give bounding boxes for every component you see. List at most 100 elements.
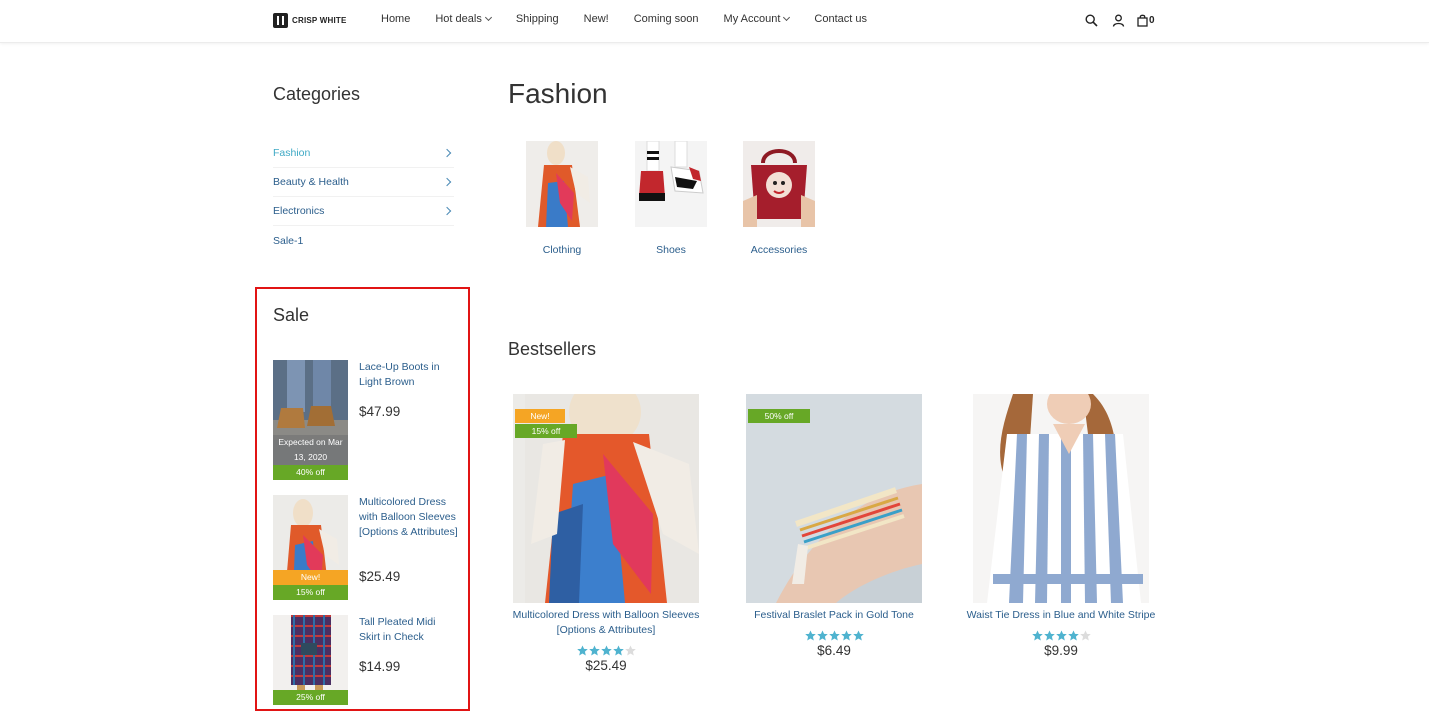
product-price: $47.99	[359, 404, 401, 419]
nav-label: Home	[381, 13, 411, 25]
search-icon[interactable]	[1083, 12, 1099, 28]
cart-icon	[1137, 14, 1148, 27]
nav-coming-soon[interactable]: Coming soon	[634, 13, 699, 25]
nav-shipping[interactable]: Shipping	[516, 13, 559, 25]
star-filled-icon	[804, 630, 816, 641]
product-name-link[interactable]: Festival Braslet Pack in Gold Tone	[734, 608, 934, 623]
star-filled-icon	[1031, 630, 1043, 641]
subcategory-image[interactable]	[743, 141, 815, 227]
nav-new[interactable]: New!	[584, 13, 609, 25]
product-name-link[interactable]: Waist Tie Dress in Blue and White Stripe	[961, 608, 1161, 623]
nav-hot-deals[interactable]: Hot deals	[435, 13, 492, 25]
product-thumbnail[interactable]: Expected on Mar 13, 2020 40% off	[273, 360, 348, 480]
chevron-down-icon	[783, 13, 791, 22]
star-filled-icon	[1055, 630, 1067, 641]
subcategory-image[interactable]	[526, 141, 598, 227]
category-list: Fashion Beauty & Health Electronics Sale…	[273, 139, 454, 255]
new-badge: New!	[273, 570, 348, 585]
brand-name: CRISP WHITE	[292, 16, 347, 25]
discount-badge: 40% off	[273, 465, 348, 480]
sale-item: Expected on Mar 13, 2020 40% off Lace-Up…	[273, 360, 458, 480]
chevron-right-icon[interactable]	[442, 148, 452, 158]
sale-item: New! 15% off Multicolored Dress with Bal…	[273, 495, 458, 600]
expected-date-badge: Expected on Mar 13, 2020	[273, 435, 348, 465]
product-price: $25.49	[359, 569, 401, 584]
star-filled-icon	[1067, 630, 1079, 641]
header-actions: 0	[1083, 12, 1155, 28]
bestsellers-title: Bestsellers	[508, 339, 597, 359]
star-filled-icon	[840, 630, 852, 641]
nav-label: Shipping	[515, 13, 559, 25]
category-electronics[interactable]: Electronics	[273, 197, 454, 226]
nav-contact-us[interactable]: Contact us	[814, 13, 867, 25]
product-image[interactable]: New! 15% off	[513, 394, 699, 603]
rating-stars	[506, 645, 706, 656]
product-price: $9.99	[1044, 643, 1078, 658]
category-label: Electronics	[273, 205, 325, 217]
product-card: New! 15% off Multicolored Dress with Bal…	[506, 394, 706, 673]
star-filled-icon	[600, 645, 612, 656]
star-filled-icon	[816, 630, 828, 641]
product-thumbnail[interactable]: New! 15% off	[273, 495, 348, 600]
star-filled-icon	[588, 645, 600, 656]
logo-mark-icon	[273, 13, 288, 28]
discount-badge: 50% off	[748, 409, 810, 423]
subcategory-image[interactable]	[635, 141, 707, 227]
subcategory-label[interactable]: Shoes	[611, 244, 731, 256]
cart-count: 0	[1149, 14, 1155, 26]
subcategory-label[interactable]: Accessories	[719, 244, 839, 256]
product-name-link[interactable]: Lace-Up Boots in Light Brown	[359, 360, 459, 390]
product-card: 50% off Festival Braslet Pack in Gold To…	[734, 394, 934, 658]
category-label: Beauty & Health	[273, 176, 349, 188]
sale-title: Sale	[273, 305, 310, 325]
category-label: Sale-1	[273, 234, 304, 247]
nav-label: New!	[583, 13, 609, 25]
sale-item: 25% off Tall Pleated Midi Skirt in Check…	[273, 615, 458, 705]
star-filled-icon	[576, 645, 588, 656]
main-nav: Home Hot deals Shipping New! Coming soon…	[381, 13, 892, 25]
page-title: Fashion	[508, 78, 608, 109]
category-beauty-health[interactable]: Beauty & Health	[273, 168, 454, 197]
category-label: Fashion	[273, 147, 311, 159]
chevron-down-icon	[484, 13, 492, 22]
product-image[interactable]: 50% off	[746, 394, 922, 603]
nav-home[interactable]: Home	[381, 13, 410, 25]
rating-stars	[734, 630, 934, 641]
new-badge: New!	[515, 409, 565, 423]
discount-badge: 25% off	[273, 690, 348, 705]
product-name-link[interactable]: Multicolored Dress with Balloon Sleeves …	[506, 608, 706, 638]
product-price: $6.49	[817, 643, 851, 658]
site-header: CRISP WHITE Home Hot deals Shipping New!…	[0, 0, 1429, 43]
product-name-link[interactable]: Tall Pleated Midi Skirt in Check	[359, 615, 459, 645]
categories-title: Categories	[273, 84, 361, 104]
discount-badge: 15% off	[515, 424, 577, 438]
product-price: $25.49	[585, 658, 627, 673]
product-price: $14.99	[359, 659, 401, 674]
nav-label: My Account	[723, 13, 781, 25]
discount-badge: 15% off	[273, 585, 348, 600]
product-thumbnail[interactable]: 25% off	[273, 615, 348, 705]
nav-label: Hot deals	[435, 13, 482, 25]
chevron-right-icon[interactable]	[442, 206, 452, 216]
user-icon[interactable]	[1110, 12, 1126, 28]
category-sale-1[interactable]: Sale-1	[273, 226, 454, 255]
chevron-right-icon[interactable]	[442, 177, 452, 187]
product-image[interactable]	[973, 394, 1149, 603]
nav-my-account[interactable]: My Account	[723, 13, 791, 25]
subcategory-accessories[interactable]: Accessories	[719, 141, 839, 256]
nav-label: Coming soon	[633, 13, 699, 25]
subcategory-clothing[interactable]: Clothing	[502, 141, 622, 256]
category-fashion[interactable]: Fashion	[273, 139, 454, 168]
subcategory-shoes[interactable]: Shoes	[611, 141, 731, 256]
star-filled-icon	[612, 645, 624, 656]
nav-label: Contact us	[814, 13, 867, 25]
product-name-link[interactable]: Multicolored Dress with Balloon Sleeves …	[359, 495, 459, 540]
subcategory-label[interactable]: Clothing	[502, 244, 622, 256]
star-empty-icon	[624, 645, 636, 656]
product-card: Waist Tie Dress in Blue and White Stripe…	[961, 394, 1161, 658]
brand-logo[interactable]: CRISP WHITE	[273, 13, 347, 28]
star-filled-icon	[852, 630, 864, 641]
star-empty-icon	[1079, 630, 1091, 641]
cart-button[interactable]: 0	[1137, 12, 1155, 28]
star-filled-icon	[828, 630, 840, 641]
